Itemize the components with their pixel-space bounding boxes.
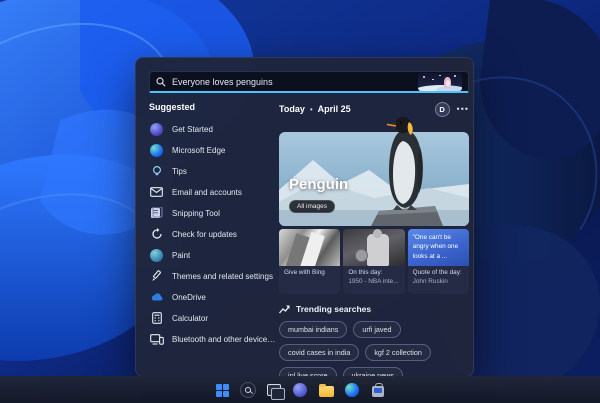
more-options-button[interactable]: ••• — [457, 105, 469, 114]
today-label: Today — [279, 104, 305, 114]
suggested-item-bluetooth-devices[interactable]: Bluetooth and other devices sett... — [149, 331, 277, 347]
card-caption-detail: John Ruskin — [412, 277, 448, 285]
start-button[interactable] — [214, 382, 230, 398]
edge-button[interactable] — [344, 382, 360, 398]
search-icon — [156, 76, 166, 87]
suggested-list: Get Started Microsoft Edge Tips Email an… — [149, 121, 277, 347]
pencil-icon — [149, 269, 164, 284]
onedrive-cloud-icon — [149, 290, 164, 305]
windows-logo-icon — [215, 383, 229, 397]
today-header: Today • April 25 D ••• — [279, 101, 469, 117]
search-panel: Suggested Get Started Microsoft Edge Tip… — [135, 57, 474, 384]
quote-of-the-day-card[interactable]: "One can't be angry when one looks at a … — [407, 229, 469, 294]
trending-title: Trending searches — [296, 304, 372, 314]
search-icon — [240, 382, 256, 398]
scissors-icon — [149, 206, 164, 221]
card-caption: Quote of the day: — [412, 269, 462, 276]
folder-icon — [318, 383, 334, 397]
trending-pills: mumbai indians urfi javed covid cases in… — [279, 321, 469, 384]
suggested-item-snipping-tool[interactable]: Snipping Tool — [149, 205, 277, 221]
suggested-title: Suggested — [149, 102, 196, 112]
give-with-bing-photo — [279, 229, 341, 266]
calculator-icon — [149, 311, 164, 326]
devices-icon — [149, 332, 164, 347]
trending-pill[interactable]: covid cases in india — [279, 344, 360, 361]
task-view-icon — [267, 384, 285, 400]
suggested-item-microsoft-edge[interactable]: Microsoft Edge — [149, 142, 277, 158]
suggested-item-paint[interactable]: Paint — [149, 247, 277, 263]
today-section: Today • April 25 D ••• Penguin All image… — [279, 101, 469, 384]
trending-pill[interactable]: urfi javed — [353, 321, 401, 338]
store-button[interactable] — [370, 382, 386, 398]
suggested-item-themes[interactable]: Themes and related settings — [149, 268, 277, 284]
suggested-item-email-accounts[interactable]: Email and accounts — [149, 184, 277, 200]
file-explorer-button[interactable] — [318, 382, 334, 398]
penguin-hero-card[interactable]: Penguin All images — [279, 116, 469, 226]
search-input[interactable] — [172, 76, 412, 87]
card-caption: Give with Bing — [284, 269, 325, 276]
suggested-item-get-started[interactable]: Get Started — [149, 121, 277, 137]
give-with-bing-card[interactable]: Give with Bing — [279, 229, 341, 294]
today-date: April 25 — [317, 104, 351, 114]
task-view-button[interactable] — [266, 382, 285, 400]
today-separator: • — [309, 104, 313, 114]
edge-icon — [345, 383, 359, 397]
paint-palette-icon — [149, 248, 164, 263]
quote-text: "One can't be angry when one looks at a … — [407, 229, 469, 266]
trending-pill[interactable]: mumbai indians — [279, 321, 348, 338]
trending-icon — [279, 305, 290, 313]
envelope-icon — [149, 185, 164, 200]
all-images-badge[interactable]: All images — [289, 200, 335, 213]
refresh-arrows-icon — [149, 227, 164, 242]
suggested-item-calculator[interactable]: Calculator — [149, 310, 277, 326]
lightbulb-icon — [149, 164, 164, 179]
trending-section: Trending searches mumbai indians urfi ja… — [279, 304, 469, 384]
taskbar-search-button[interactable] — [240, 382, 256, 398]
suggested-item-onedrive[interactable]: OneDrive — [149, 289, 277, 305]
hero-title: Penguin — [289, 176, 349, 193]
edge-icon — [149, 143, 164, 158]
mini-penguin-icon — [444, 76, 451, 88]
suggested-item-tips[interactable]: Tips — [149, 163, 277, 179]
card-caption: On this day: — [348, 269, 383, 276]
card-caption-detail: 1950 - NBA inte... — [348, 277, 399, 285]
penguin-image — [371, 116, 443, 226]
penguin-night-illustration — [418, 72, 462, 91]
daily-cards: Give with Bing On this day: 1950 - NBA i… — [279, 229, 469, 294]
search-bar[interactable] — [149, 71, 469, 93]
suggested-item-check-updates[interactable]: Check for updates — [149, 226, 277, 242]
on-this-day-photo — [343, 229, 405, 266]
widgets-button[interactable] — [292, 382, 308, 398]
suggested-section: Suggested Get Started Microsoft Edge Tip… — [149, 102, 277, 347]
trending-pill[interactable]: kgf 2 collection — [365, 344, 431, 361]
store-bag-icon — [372, 382, 384, 397]
taskbar — [0, 376, 600, 403]
get-started-icon — [149, 122, 164, 137]
widgets-icon — [293, 383, 307, 397]
on-this-day-card[interactable]: On this day: 1950 - NBA inte... — [343, 229, 405, 294]
